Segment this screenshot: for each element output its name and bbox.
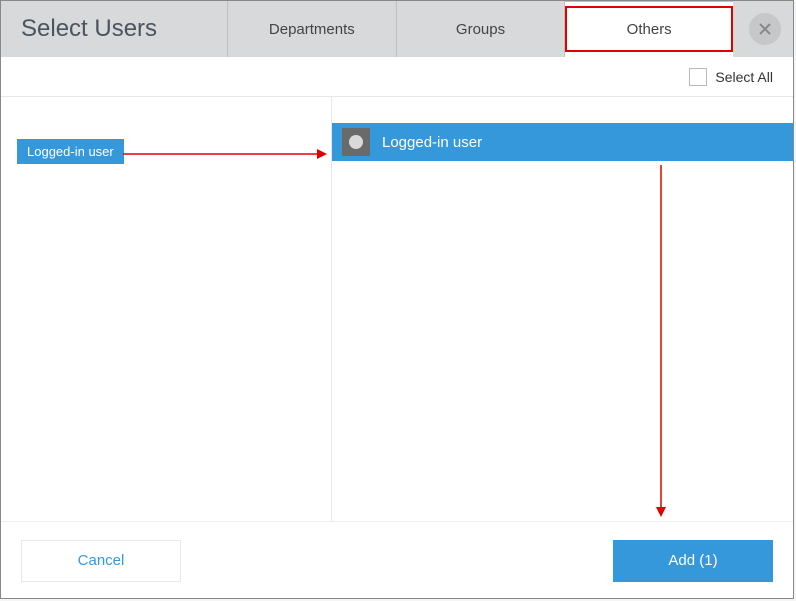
dialog-title: Select Users [1, 1, 227, 57]
annotation-left-tag: Logged-in user [17, 139, 124, 164]
right-pane: Logged-in user [331, 97, 793, 521]
tab-others[interactable]: Others [564, 1, 733, 57]
select-users-dialog: Select Users Departments Groups Others S… [0, 0, 794, 599]
dialog-footer: Cancel Add (1) [1, 521, 793, 599]
close-icon [758, 22, 772, 36]
tab-bar: Departments Groups Others [227, 1, 733, 57]
tab-departments[interactable]: Departments [227, 1, 396, 57]
avatar [342, 128, 370, 156]
user-row-label: Logged-in user [382, 134, 482, 151]
user-row-logged-in[interactable]: Logged-in user [332, 123, 793, 161]
add-button[interactable]: Add (1) [613, 540, 773, 582]
user-icon [349, 135, 363, 149]
tab-groups[interactable]: Groups [396, 1, 565, 57]
select-all-label: Select All [715, 69, 773, 85]
select-all-row: Select All [1, 57, 793, 97]
left-pane: Logged-in user [1, 97, 331, 521]
dialog-header: Select Users Departments Groups Others [1, 1, 793, 57]
close-button[interactable] [749, 13, 781, 45]
dialog-body: Logged-in user Logged-in user [1, 97, 793, 521]
cancel-button[interactable]: Cancel [21, 540, 181, 582]
select-all-checkbox[interactable] [689, 68, 707, 86]
